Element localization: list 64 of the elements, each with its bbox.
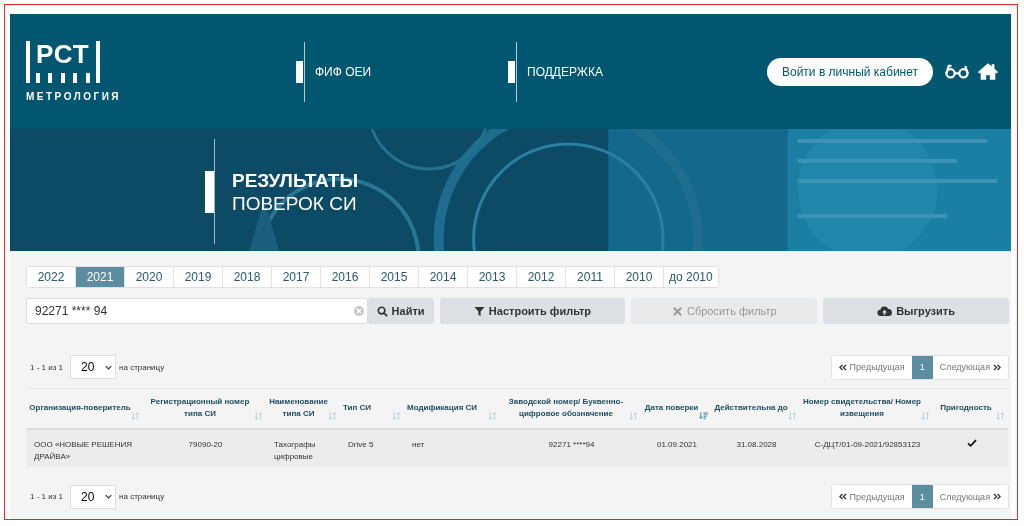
results-count: 1 - 1 из 1 <box>30 362 64 372</box>
year-tab[interactable]: 2022 <box>27 267 76 287</box>
title-marker <box>205 170 214 213</box>
page-size-select[interactable]: 20 <box>70 484 117 509</box>
table-cell: 92271 ****94 <box>500 428 641 467</box>
table-cell: ООО «НОВЫЕ РЕШЕНИЯ ДРАЙВА» <box>26 428 143 467</box>
table-cell: Тахографы цифровые <box>266 428 340 467</box>
search-field[interactable]: 92271 **** 94 <box>26 298 368 324</box>
column-header[interactable]: Пригодность <box>933 388 1008 429</box>
sort-icon[interactable] <box>328 411 337 420</box>
login-button[interactable]: Войти в личный кабинет <box>766 57 933 86</box>
column-header[interactable]: Дата поверки <box>641 388 711 429</box>
sort-icon[interactable] <box>921 411 930 420</box>
search-icon <box>376 305 388 317</box>
sort-icon[interactable] <box>392 411 401 420</box>
column-header[interactable]: Действительна до <box>711 388 800 429</box>
year-tab[interactable]: 2021 <box>76 267 125 287</box>
nav-link[interactable]: ПОДДЕРЖКА <box>508 60 603 83</box>
export-button[interactable]: Выгрузить <box>823 298 1009 324</box>
double-chevron-left-icon <box>838 363 847 371</box>
logo-subtitle: МЕТРОЛОГИЯ <box>26 91 121 102</box>
filter-button[interactable]: Настроить фильтр <box>439 298 626 324</box>
glasses-icon[interactable] <box>945 64 969 79</box>
table-cell: 79090-20 <box>143 428 266 467</box>
page-number-button[interactable]: 1 <box>911 485 933 508</box>
table-cell: нет <box>404 428 500 467</box>
sort-icon[interactable] <box>629 411 638 420</box>
double-chevron-left-icon <box>838 493 847 500</box>
filter-icon <box>473 305 485 317</box>
page-subtitle: ПОВЕРОК СИ <box>232 191 358 215</box>
chevron-down-icon <box>105 364 113 370</box>
column-header[interactable]: Регистрационный номер типа СИ <box>143 388 266 429</box>
close-icon <box>672 305 683 317</box>
page-size-label: на страницу <box>119 492 165 501</box>
column-header[interactable]: Модификация СИ <box>404 388 500 429</box>
nav-link[interactable]: ФИФ ОЕИ <box>296 60 372 83</box>
column-header[interactable]: Заводской номер/ Буквенно-цифровое обозначение <box>500 388 641 429</box>
table-cell: 01.09.2021 <box>641 428 711 467</box>
sort-icon[interactable] <box>996 411 1005 420</box>
page-size-label: на страницу <box>119 362 165 372</box>
sort-icon[interactable] <box>699 411 708 420</box>
sort-icon[interactable] <box>788 411 797 420</box>
table-cell: Drive 5 <box>340 428 404 467</box>
column-header[interactable]: Организация-поверитель <box>26 388 143 429</box>
logo[interactable]: РСТ <box>26 41 100 83</box>
page-number-button[interactable]: 1 <box>911 355 933 379</box>
double-chevron-right-icon <box>993 363 1001 371</box>
sort-icon[interactable] <box>131 411 140 420</box>
sort-icon[interactable] <box>254 411 263 420</box>
page-title: РЕЗУЛЬТАТЫ <box>232 168 359 192</box>
table-cell: С-ДЦТ/01-09-2021/92853123 <box>800 428 933 467</box>
home-icon[interactable] <box>977 62 999 81</box>
sort-icon[interactable] <box>488 411 497 420</box>
table-cell: 31.08.2028 <box>711 428 800 467</box>
column-header[interactable]: Номер свидетельства/ Номер извещения <box>800 388 933 429</box>
column-header[interactable]: Тип СИ <box>340 388 404 429</box>
chevron-down-icon <box>105 494 113 499</box>
double-chevron-right-icon <box>993 493 1001 500</box>
page-size-select[interactable]: 20 <box>70 355 117 379</box>
cloud-upload-icon <box>877 305 893 317</box>
search-button[interactable]: Найти <box>367 298 434 324</box>
clear-icon[interactable] <box>353 306 364 316</box>
column-header[interactable]: Наименование типа СИ <box>266 388 340 429</box>
results-count: 1 - 1 из 1 <box>30 492 64 501</box>
